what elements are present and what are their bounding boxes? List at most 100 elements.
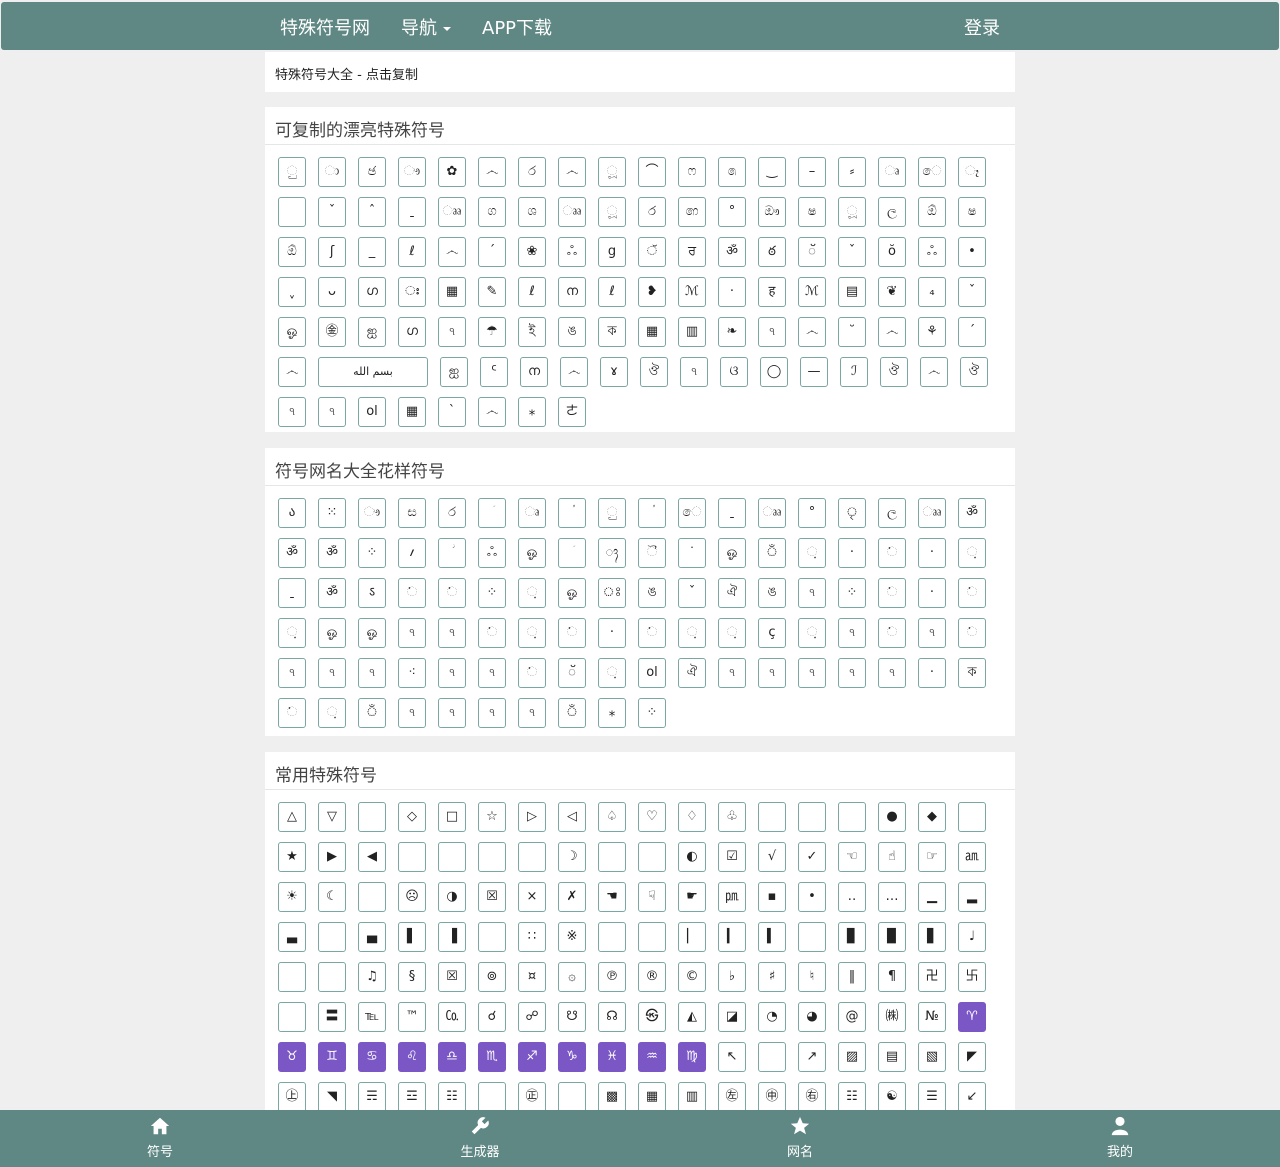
symbol-button[interactable]: ˘ xyxy=(838,317,866,347)
symbol-button[interactable]: ♯ xyxy=(758,962,786,992)
symbol-button[interactable]: ☯ xyxy=(878,1082,906,1110)
symbol-button[interactable]: ▨ xyxy=(838,1042,866,1072)
symbol-button[interactable]: ☝ xyxy=(878,842,906,872)
symbol-button[interactable]: ଓ xyxy=(720,357,748,387)
symbol-button[interactable]: ☞ xyxy=(918,842,946,872)
symbol-button[interactable]: ᨗ xyxy=(638,618,666,648)
symbol-button[interactable]: 〓 xyxy=(318,1002,346,1032)
symbol-button[interactable]: ♈ xyxy=(958,1002,986,1032)
symbol-button[interactable]: · xyxy=(598,618,626,648)
symbol-button[interactable]: ↗ xyxy=(798,1042,826,1072)
symbol-button[interactable]: ෨ xyxy=(678,197,706,227)
symbol-button[interactable]: ⚘ xyxy=(918,317,946,347)
symbol-button[interactable]: ◐ xyxy=(678,842,706,872)
symbol-button[interactable]: ഗ xyxy=(358,277,386,307)
symbol-button[interactable]: ▋ xyxy=(918,922,946,952)
symbol-button[interactable]: ⁘ xyxy=(638,698,666,728)
symbol-button[interactable]: ੱ xyxy=(638,237,666,267)
symbol-button[interactable]: ▥ xyxy=(678,317,706,347)
symbol-button[interactable]: ഃ xyxy=(398,277,426,307)
symbol-button[interactable]: ᨗ xyxy=(278,698,306,728)
symbol-button[interactable]: ☌ xyxy=(478,1002,506,1032)
symbol-button[interactable]: ස xyxy=(398,498,426,528)
symbol-button[interactable]: ▂ xyxy=(958,882,986,912)
symbol-button[interactable]: ♩ xyxy=(958,922,986,952)
symbol-button[interactable]: ঁ xyxy=(758,538,786,568)
symbol-button[interactable]: ෲ xyxy=(558,197,586,227)
symbol-button[interactable]: ˍ xyxy=(278,578,306,608)
symbol-button[interactable]: ㏘ xyxy=(718,882,746,912)
symbol-button[interactable]: ⁎ xyxy=(598,698,626,728)
symbol-button[interactable]: ஐ xyxy=(440,357,468,387)
symbol-button[interactable]: ★ xyxy=(278,842,306,872)
symbol-button[interactable]: ঀ xyxy=(758,317,786,347)
symbol-button[interactable]: · xyxy=(718,277,746,307)
symbol-button[interactable]: ㊎ xyxy=(318,317,346,347)
symbol-button[interactable]: ▽ xyxy=(318,802,346,832)
symbol-button[interactable]: ᨘ xyxy=(278,618,306,648)
symbol-button[interactable]: ঀ xyxy=(438,317,466,347)
symbol-button[interactable]: ☆ xyxy=(478,802,506,832)
symbol-button[interactable]: ঀ xyxy=(838,658,866,688)
symbol-button[interactable]: ෘ xyxy=(518,498,546,528)
symbol-button[interactable]: ▦ xyxy=(398,397,426,427)
symbol-button[interactable] xyxy=(758,802,786,832)
symbol-button[interactable]: ♫ xyxy=(358,962,386,992)
symbol-button[interactable]: ෴ xyxy=(558,157,586,187)
symbol-button[interactable] xyxy=(598,922,626,952)
symbol-button[interactable]: ☽ xyxy=(558,842,586,872)
symbol-button[interactable]: ෘ xyxy=(878,157,906,187)
symbol-button[interactable]: ᨘ xyxy=(678,618,706,648)
symbol-button[interactable]: · xyxy=(918,538,946,568)
symbol-button[interactable]: ol xyxy=(638,658,666,688)
symbol-button[interactable] xyxy=(278,1002,306,1032)
symbol-button[interactable]: ℐ xyxy=(840,357,868,387)
symbol-button[interactable]: ന xyxy=(520,357,548,387)
symbol-button[interactable]: ɤ xyxy=(600,357,628,387)
symbol-button[interactable]: ෴ xyxy=(798,317,826,347)
symbol-button[interactable] xyxy=(318,962,346,992)
symbol-button[interactable]: ℓ xyxy=(598,277,626,307)
symbol-button[interactable]: ㊧ xyxy=(718,1082,746,1110)
symbol-button[interactable]: ☟ xyxy=(638,882,666,912)
symbol-button[interactable]: ↙ xyxy=(958,1082,986,1110)
symbol-button[interactable]: ৃ xyxy=(838,498,866,528)
symbol-button[interactable]: ᨗ xyxy=(958,578,986,608)
symbol-button[interactable] xyxy=(638,922,666,952)
symbol-button[interactable]: ▌ xyxy=(398,922,426,952)
symbol-button[interactable]: ෂ xyxy=(798,197,826,227)
symbol-button[interactable]: ල xyxy=(878,197,906,227)
symbol-button[interactable]: ঀ xyxy=(518,698,546,728)
symbol-button[interactable]: ঀ xyxy=(758,658,786,688)
symbol-button[interactable]: ♊ xyxy=(318,1042,346,1072)
symbol-button[interactable]: © xyxy=(678,962,706,992)
symbol-button[interactable]: ᣟ xyxy=(678,538,706,568)
symbol-button[interactable]: ⁙ xyxy=(318,498,346,528)
symbol-button[interactable]: ঙ xyxy=(758,578,786,608)
symbol-button[interactable]: ♏ xyxy=(478,1042,506,1072)
symbol-button[interactable]: · xyxy=(838,538,866,568)
symbol-button[interactable]: ⁘ xyxy=(358,538,386,568)
symbol-button[interactable]: ㊥ xyxy=(758,1082,786,1110)
symbol-button[interactable]: ⊚ xyxy=(478,962,506,992)
symbol-button[interactable]: ঀ xyxy=(398,698,426,728)
symbol-button[interactable]: ˇ xyxy=(958,277,986,307)
symbol-button[interactable]: ° xyxy=(798,498,826,528)
symbol-button[interactable]: ❧ xyxy=(718,317,746,347)
symbol-button[interactable]: ℗ xyxy=(598,962,626,992)
symbol-button[interactable]: ঀ xyxy=(438,618,466,648)
symbol-button[interactable]: ☊ xyxy=(598,1002,626,1032)
symbol-button[interactable]: ᨗ xyxy=(878,578,906,608)
symbol-button[interactable]: ♭ xyxy=(718,962,746,992)
symbol-button[interactable]: ෲ xyxy=(758,498,786,528)
symbol-button[interactable] xyxy=(278,197,306,227)
symbol-button[interactable]: ℓ xyxy=(518,277,546,307)
symbol-button[interactable]: ☚ xyxy=(598,882,626,912)
symbol-button[interactable]: ▉ xyxy=(878,922,906,952)
symbol-button[interactable]: ෙ xyxy=(918,157,946,187)
symbol-button[interactable]: √ xyxy=(758,842,786,872)
symbol-button[interactable]: ර xyxy=(438,498,466,528)
symbol-button[interactable]: ෴ xyxy=(878,317,906,347)
symbol-button[interactable]: ෴ xyxy=(478,397,506,427)
symbol-button[interactable]: ঀ xyxy=(318,397,346,427)
